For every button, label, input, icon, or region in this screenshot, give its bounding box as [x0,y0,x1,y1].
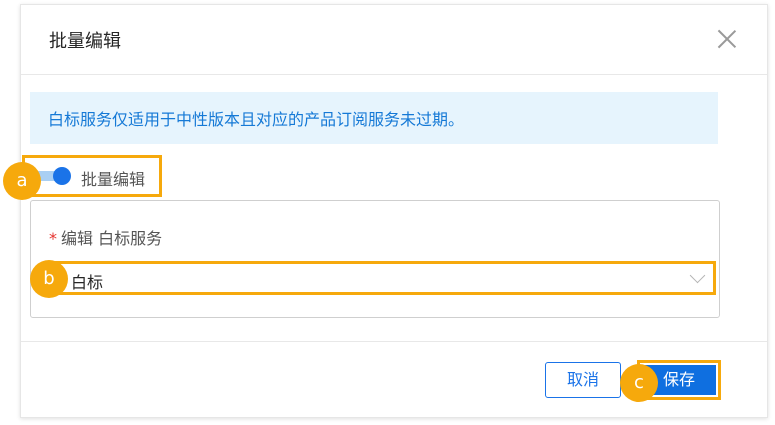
field-label: * 编辑 白标服务 [49,225,162,249]
callout-marker-c: c [620,364,658,402]
cancel-button[interactable]: 取消 [545,362,621,398]
callout-marker-a: a [3,162,41,200]
info-banner: 白标服务仅适用于中性版本且对应的产品订阅服务未过期。 [30,92,718,144]
footer-divider [21,341,767,342]
field-label-text: 编辑 白标服务 [61,229,163,248]
dialog-title: 批量编辑 [49,31,121,52]
dialog-header: 批量编辑 [21,5,767,75]
batch-edit-toggle-label: 批量编辑 [81,170,146,189]
white-label-select[interactable]: 白标 [50,261,716,295]
close-icon[interactable] [715,27,739,51]
edit-panel: * 编辑 白标服务 [30,200,720,318]
batch-edit-toggle-row: 批量编辑 [22,155,162,197]
required-mark: * [49,229,57,248]
select-value: 白标 [71,273,104,292]
info-banner-text: 白标服务仅适用于中性版本且对应的产品订阅服务未过期。 [48,110,465,129]
callout-marker-b: b [30,260,68,298]
switch-knob [53,167,71,185]
chevron-down-icon [689,267,706,284]
